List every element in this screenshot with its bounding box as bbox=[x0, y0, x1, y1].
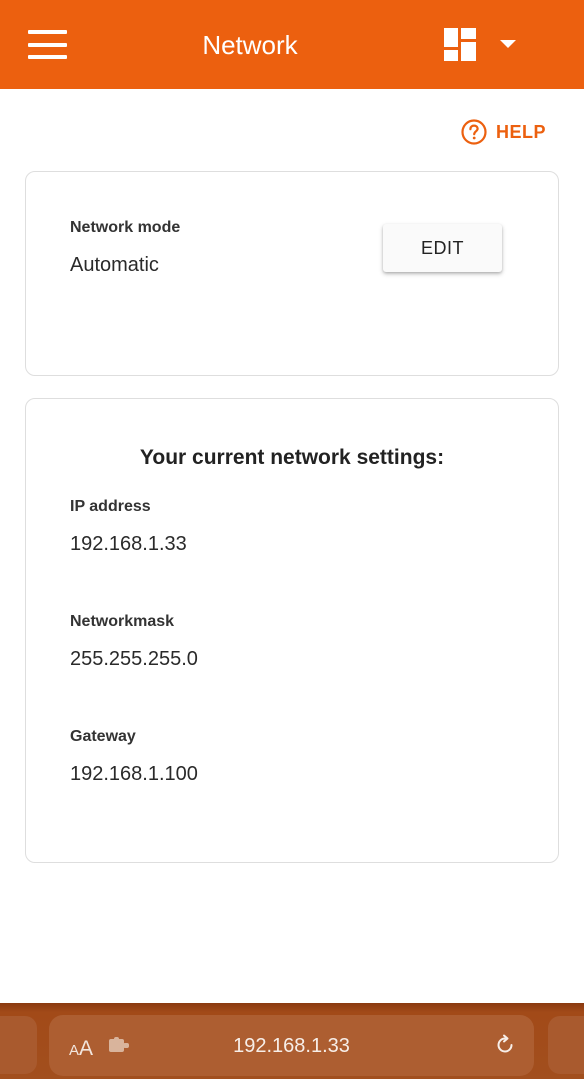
settings-title: Your current network settings: bbox=[139, 446, 445, 469]
app-bar: Network bbox=[0, 0, 584, 89]
dashboard-layout-icon bbox=[444, 28, 476, 61]
network-mode-label: Network mode bbox=[70, 219, 181, 236]
question-circle-icon bbox=[461, 119, 487, 145]
ip-address-label: IP address bbox=[70, 498, 151, 515]
networkmask-value: 255.255.255.0 bbox=[70, 648, 198, 670]
network-mode-card: Network mode Automatic EDIT bbox=[25, 171, 559, 376]
next-tab[interactable] bbox=[548, 1016, 584, 1074]
previous-tab[interactable] bbox=[0, 1016, 37, 1074]
reload-icon[interactable] bbox=[494, 1034, 516, 1056]
browser-toolbar: AA 192.168.1.33 bbox=[0, 1003, 584, 1079]
url-text: 192.168.1.33 bbox=[233, 1035, 350, 1057]
caret-down-icon bbox=[500, 40, 516, 48]
address-bar[interactable]: AA 192.168.1.33 bbox=[49, 1015, 534, 1076]
gateway-label: Gateway bbox=[70, 728, 136, 745]
network-mode-value: Automatic bbox=[70, 254, 159, 276]
edit-button[interactable]: EDIT bbox=[383, 224, 502, 272]
gateway-value: 192.168.1.100 bbox=[70, 763, 198, 785]
page-title: Network bbox=[202, 30, 298, 60]
networkmask-label: Networkmask bbox=[70, 613, 175, 630]
hamburger-menu-icon[interactable] bbox=[28, 30, 67, 60]
dashboard-switcher[interactable] bbox=[444, 28, 520, 64]
help-label: HELP bbox=[495, 121, 546, 142]
help-link[interactable]: HELP bbox=[461, 119, 546, 145]
ip-address-value: 192.168.1.33 bbox=[70, 533, 187, 555]
current-settings-card: Your current network settings: IP addres… bbox=[25, 398, 559, 863]
